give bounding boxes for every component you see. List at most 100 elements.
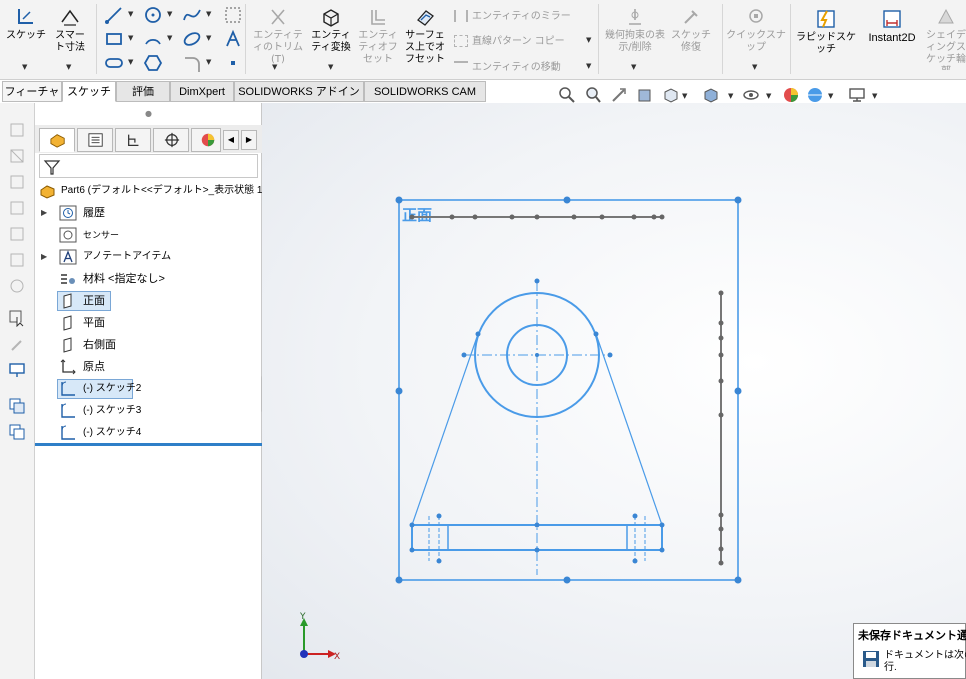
edit-appearance-icon[interactable] [782, 86, 800, 104]
strip-tool-3-icon[interactable] [8, 173, 26, 191]
move-dropdown-icon[interactable]: ▼ [586, 62, 591, 70]
tab-dimxpert[interactable]: DimXpert [170, 81, 234, 102]
linear-pattern-dropdown-icon[interactable]: ▼ [586, 36, 591, 44]
line-dropdown-icon[interactable]: ▼ [128, 10, 133, 18]
zoom-to-area-icon[interactable] [584, 86, 602, 104]
move-entities-button[interactable]: エンティティの移動 [454, 58, 561, 73]
relations-dropdown-icon[interactable]: ▼ [631, 63, 636, 71]
text-icon[interactable] [222, 28, 244, 50]
expand-history-icon[interactable]: ▶ [41, 203, 47, 223]
save-disk-icon[interactable] [862, 650, 880, 668]
tree-filter-box[interactable] [39, 154, 258, 178]
strip-tool-2-icon[interactable] [8, 147, 26, 165]
tab-sketch[interactable]: スケッチ [62, 81, 116, 102]
offset-entities-button[interactable]: エンティティオフセット [356, 6, 400, 66]
zoom-to-fit-icon[interactable] [558, 86, 576, 104]
fillet-icon[interactable] [181, 52, 203, 74]
display-delete-relations-button[interactable]: 幾何拘束の表示/削除 [604, 6, 666, 54]
expand-annotations-icon[interactable]: ▶ [41, 247, 47, 267]
section-view-icon[interactable] [636, 86, 654, 104]
offset-on-surface-button[interactable]: サーフェス上でオフセット [402, 6, 448, 66]
view-settings-icon[interactable] [848, 86, 866, 104]
slot-icon[interactable] [103, 52, 125, 74]
strip-tool-5-icon[interactable] [8, 225, 26, 243]
quick-snaps-icon [749, 9, 763, 23]
tab-solidworks-cam[interactable]: SOLIDWORKS CAM [364, 81, 486, 102]
arc-dropdown-icon[interactable]: ▼ [167, 34, 172, 42]
scene-dropdown-icon[interactable]: ▼ [828, 92, 833, 100]
polygon-icon[interactable] [142, 52, 164, 74]
rectangle-icon[interactable] [103, 28, 125, 50]
strip-tool-4-icon[interactable] [8, 199, 26, 217]
rapid-sketch-button[interactable]: ラピッドスケッチ [794, 8, 858, 56]
tabs-scroll-right-button[interactable]: ▶ [241, 130, 257, 150]
display-tool-icon[interactable] [8, 361, 26, 379]
tab-configuration-manager[interactable] [115, 128, 151, 152]
unsaved-document-notification[interactable]: 未保存ドキュメント通知 ドキュメントは次の 行. [853, 623, 966, 679]
tab-evaluate[interactable]: 評価 [116, 81, 170, 102]
dynamic-annotation-icon[interactable] [662, 86, 680, 104]
view-settings-dropdown-icon[interactable]: ▼ [872, 92, 877, 100]
front-plane-outline[interactable] [398, 199, 739, 581]
ellipse-icon[interactable] [181, 28, 203, 50]
strip-tool-7-icon[interactable] [8, 277, 26, 295]
sketch2-geometry[interactable] [411, 281, 663, 575]
view-orientation-icon[interactable] [702, 86, 720, 104]
strip-tool-6-icon[interactable] [8, 251, 26, 269]
previous-view-icon[interactable] [610, 86, 628, 104]
quick-snaps-button[interactable]: クイックスナップ [726, 6, 786, 54]
trim-dropdown-icon[interactable]: ▼ [272, 63, 277, 71]
copy-tool-icon[interactable] [8, 397, 26, 415]
edit-tool-icon[interactable] [8, 335, 26, 353]
spline-icon[interactable] [181, 4, 203, 26]
smart-dimension-dropdown-icon[interactable]: ▼ [66, 63, 71, 71]
fillet-dropdown-icon[interactable]: ▼ [206, 58, 211, 66]
hide-show-dropdown-icon[interactable]: ▼ [766, 92, 771, 100]
tab-features[interactable]: フィーチャー [2, 81, 62, 118]
tabs-scroll-left-button[interactable]: ◀ [223, 130, 239, 150]
tab-dimxpert-manager[interactable] [153, 128, 189, 152]
spline-dropdown-icon[interactable]: ▼ [206, 10, 211, 18]
apply-scene-icon[interactable] [806, 86, 824, 104]
tab-display-manager[interactable] [191, 128, 221, 152]
graphics-area[interactable]: 正面 Y X [262, 103, 966, 679]
instant2d-button[interactable]: Instant2D [862, 8, 922, 45]
view-orientation-dropdown-icon[interactable]: ▼ [682, 92, 687, 100]
quick-snaps-dropdown-icon[interactable]: ▼ [752, 63, 757, 71]
slot-dropdown-icon[interactable]: ▼ [128, 58, 133, 66]
sketch-button[interactable]: スケッチ [6, 6, 46, 42]
convert-entities-button[interactable]: エンティティ変換 [308, 6, 354, 54]
repair-sketch-button[interactable]: スケッチ修復 [668, 6, 714, 54]
mirror-entities-button[interactable]: エンティティのミラー [454, 7, 571, 22]
construction-geometry-icon[interactable] [222, 4, 244, 26]
paste-tool-icon[interactable] [8, 423, 26, 441]
circle-dropdown-icon[interactable]: ▼ [167, 10, 172, 18]
tab-feature-tree[interactable] [39, 128, 75, 152]
rectangle-dropdown-icon[interactable]: ▼ [128, 34, 133, 42]
line-icon[interactable] [103, 4, 125, 26]
sketch3-label: (-) スケッチ3 [83, 405, 142, 416]
strip-tool-1-icon[interactable] [8, 121, 26, 139]
display-style-dropdown-icon[interactable]: ▼ [728, 92, 733, 100]
arc-icon[interactable] [142, 28, 164, 50]
shaded-sketch-contours-button[interactable]: シェイディングスケッチ輪郭 [926, 6, 966, 70]
smart-dimension-button[interactable]: スマート寸法 [48, 6, 92, 54]
hide-show-items-icon[interactable] [742, 86, 760, 104]
tab-property-manager[interactable] [77, 128, 113, 152]
sketch-dropdown-icon[interactable]: ▼ [22, 63, 27, 71]
panel-grip[interactable]: ● [35, 109, 262, 121]
linear-pattern-button[interactable]: 直線パターン コピー [454, 32, 565, 47]
select-tool-icon[interactable] [8, 309, 26, 327]
trim-entities-button[interactable]: エンティティのトリム(T) [250, 6, 306, 66]
sketch-canvas[interactable]: 正面 Y X [262, 103, 966, 679]
rollback-bar[interactable] [35, 443, 262, 446]
circle-icon[interactable] [142, 4, 164, 26]
instant2d-icon [883, 10, 901, 28]
ellipse-dropdown-icon[interactable]: ▼ [206, 34, 211, 42]
tab-solidworks-addins[interactable]: SOLIDWORKS アドイン [234, 81, 364, 102]
convert-dropdown-icon[interactable]: ▼ [328, 63, 333, 71]
point-icon[interactable] [222, 52, 244, 74]
repair-sketch-icon [684, 10, 698, 24]
sketch2-icon [61, 381, 75, 396]
rapid-sketch-label: ラピッドスケッチ [796, 32, 856, 55]
